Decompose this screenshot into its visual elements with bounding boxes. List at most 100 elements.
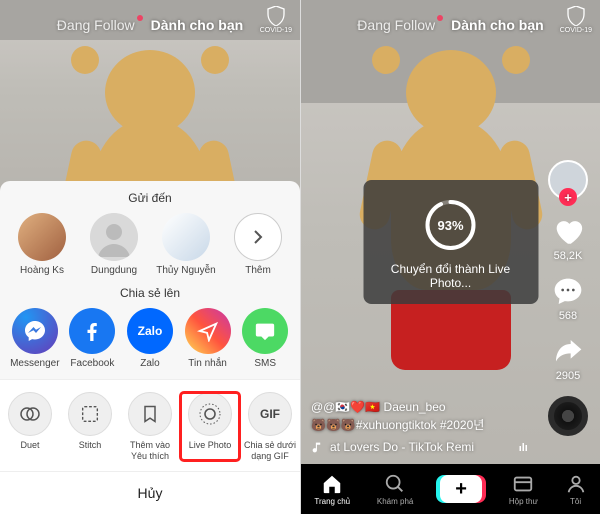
creator-avatar: + bbox=[548, 160, 588, 200]
share-zalo[interactable]: Zalo Zalo bbox=[121, 308, 179, 369]
action-duet[interactable]: Duet bbox=[0, 392, 60, 461]
cancel-button[interactable]: Hủy bbox=[0, 471, 300, 514]
action-label: Duet bbox=[20, 440, 39, 450]
bookmark-icon bbox=[128, 392, 172, 436]
share-label: Facebook bbox=[70, 358, 114, 369]
tab-for-you[interactable]: Dành cho bạn bbox=[451, 17, 544, 33]
send-to-heading: Gửi đến bbox=[0, 191, 300, 205]
tab-following[interactable]: Đang Follow bbox=[357, 17, 435, 33]
more-contacts-button[interactable]: Thêm bbox=[222, 213, 294, 276]
comment-icon bbox=[552, 276, 584, 308]
nav-label: Tôi bbox=[570, 497, 581, 506]
feed-header: Đang Follow Dành cho bạn COVID-19 bbox=[0, 0, 300, 50]
contact-label: Hoàng Ks bbox=[20, 265, 64, 276]
home-icon bbox=[321, 473, 343, 495]
avatar bbox=[90, 213, 138, 261]
covid-label: COVID-19 bbox=[560, 27, 592, 34]
tab-for-you-label: Dành cho bạn bbox=[451, 17, 544, 33]
avatar bbox=[18, 213, 66, 261]
share-facebook[interactable]: Facebook bbox=[64, 308, 122, 369]
progress-percent: 93% bbox=[424, 198, 478, 252]
contact-label: Dungdung bbox=[91, 265, 137, 276]
stitch-icon bbox=[68, 392, 112, 436]
contact-item[interactable]: Thủy Nguyễn bbox=[150, 213, 222, 276]
tab-following-label: Đang Follow bbox=[57, 17, 135, 33]
action-live-photo[interactable]: Live Photo bbox=[180, 392, 240, 461]
rail-share[interactable]: 2905 bbox=[552, 336, 584, 382]
contacts-row[interactable]: Hoàng Ks Dungdung Thủy Nguyễn Thêm bbox=[0, 213, 300, 286]
caption-username[interactable]: @@🇰🇷❤️🇻🇳 Daeun_beo bbox=[311, 398, 530, 416]
rail-sound[interactable] bbox=[548, 396, 588, 436]
nav-home[interactable]: Trang chủ bbox=[314, 473, 350, 506]
share-instagram[interactable]: Tin nhắn bbox=[179, 308, 237, 369]
sound-disc-icon bbox=[548, 396, 588, 436]
comment-count: 568 bbox=[559, 310, 577, 322]
share-sms[interactable]: SMS bbox=[236, 308, 294, 369]
rail-profile[interactable]: + bbox=[548, 160, 588, 200]
nav-profile[interactable]: Tôi bbox=[565, 473, 587, 506]
action-label: Live Photo bbox=[189, 440, 232, 450]
tab-following-label: Đang Follow bbox=[357, 17, 435, 33]
contact-item[interactable]: Dungdung bbox=[78, 213, 150, 276]
contact-label: Thủy Nguyễn bbox=[156, 265, 215, 276]
nav-create-button[interactable]: + bbox=[440, 475, 482, 503]
rail-comment[interactable]: 568 bbox=[552, 276, 584, 322]
actions-row[interactable]: Duet Stitch Thêm vào Yêu thích bbox=[0, 379, 300, 471]
share-count: 2905 bbox=[556, 370, 580, 382]
covid-badge[interactable]: COVID-19 bbox=[560, 6, 592, 34]
music-title: at Lovers Do - TikTok Remi bbox=[330, 438, 474, 456]
nav-inbox[interactable]: Hộp thư bbox=[509, 473, 538, 506]
equalizer-icon bbox=[518, 441, 530, 453]
screen-feed: Đang Follow Dành cho bạn COVID-19 + 58,2… bbox=[300, 0, 600, 514]
gif-icon: GIF bbox=[248, 392, 292, 436]
share-icon bbox=[552, 336, 584, 368]
avatar bbox=[162, 213, 210, 261]
duet-icon bbox=[8, 392, 52, 436]
share-label: SMS bbox=[254, 358, 276, 369]
action-label: Stitch bbox=[79, 440, 102, 450]
live-photo-icon bbox=[188, 392, 232, 436]
contact-item[interactable]: Hoàng Ks bbox=[6, 213, 78, 276]
share-label: Zalo bbox=[140, 358, 159, 369]
covid-badge[interactable]: COVID-19 bbox=[260, 6, 292, 34]
progress-label: Chuyển đổi thành Live Photo... bbox=[373, 262, 528, 290]
more-label: Thêm bbox=[245, 265, 271, 276]
heart-icon bbox=[551, 214, 585, 248]
covid-label: COVID-19 bbox=[260, 27, 292, 34]
zalo-icon: Zalo bbox=[127, 308, 173, 354]
share-label: Messenger bbox=[10, 358, 59, 369]
share-label: Tin nhắn bbox=[188, 358, 227, 369]
bottom-nav: Trang chủ Khám phá + Hộp thư Tôi bbox=[301, 464, 600, 514]
facebook-icon bbox=[69, 308, 115, 354]
share-messenger[interactable]: Messenger bbox=[6, 308, 64, 369]
instagram-icon bbox=[185, 308, 231, 354]
chevron-right-icon bbox=[234, 213, 282, 261]
plus-icon: + bbox=[455, 478, 467, 501]
share-to-heading: Chia sẻ lên bbox=[0, 286, 300, 300]
notification-dot-icon bbox=[437, 15, 443, 21]
shield-icon bbox=[567, 6, 585, 26]
follow-plus-icon[interactable]: + bbox=[559, 188, 577, 206]
inbox-icon bbox=[512, 473, 534, 495]
caption-text[interactable]: 🐻🐻🐻#xuhuongtiktok #2020년 bbox=[311, 416, 530, 434]
music-row[interactable]: at Lovers Do - TikTok Remi bbox=[311, 438, 530, 456]
nav-label: Khám phá bbox=[377, 497, 413, 506]
feed-header: Đang Follow Dành cho bạn COVID-19 bbox=[301, 0, 600, 50]
nav-discover[interactable]: Khám phá bbox=[377, 473, 413, 506]
cancel-label: Hủy bbox=[138, 485, 163, 501]
action-favorite[interactable]: Thêm vào Yêu thích bbox=[120, 392, 180, 461]
music-note-icon bbox=[311, 441, 324, 454]
person-icon bbox=[565, 473, 587, 495]
action-stitch[interactable]: Stitch bbox=[60, 392, 120, 461]
tab-following[interactable]: Đang Follow bbox=[57, 17, 135, 33]
share-sheet: Gửi đến Hoàng Ks Dungdung Thủy Nguyễn bbox=[0, 181, 300, 514]
rail-like[interactable]: 58,2K bbox=[551, 214, 585, 262]
progress-ring: 93% bbox=[424, 198, 478, 252]
notification-dot-icon bbox=[137, 15, 143, 21]
share-targets-row[interactable]: Messenger Facebook Zalo Zalo Tin nhắ bbox=[0, 308, 300, 379]
nav-label: Hộp thư bbox=[509, 497, 538, 506]
action-gif[interactable]: GIF Chia sẻ dưới dạng GIF bbox=[240, 392, 300, 461]
person-icon bbox=[90, 213, 138, 261]
tab-for-you[interactable]: Dành cho bạn bbox=[151, 17, 244, 33]
action-label: Chia sẻ dưới dạng GIF bbox=[242, 440, 298, 461]
